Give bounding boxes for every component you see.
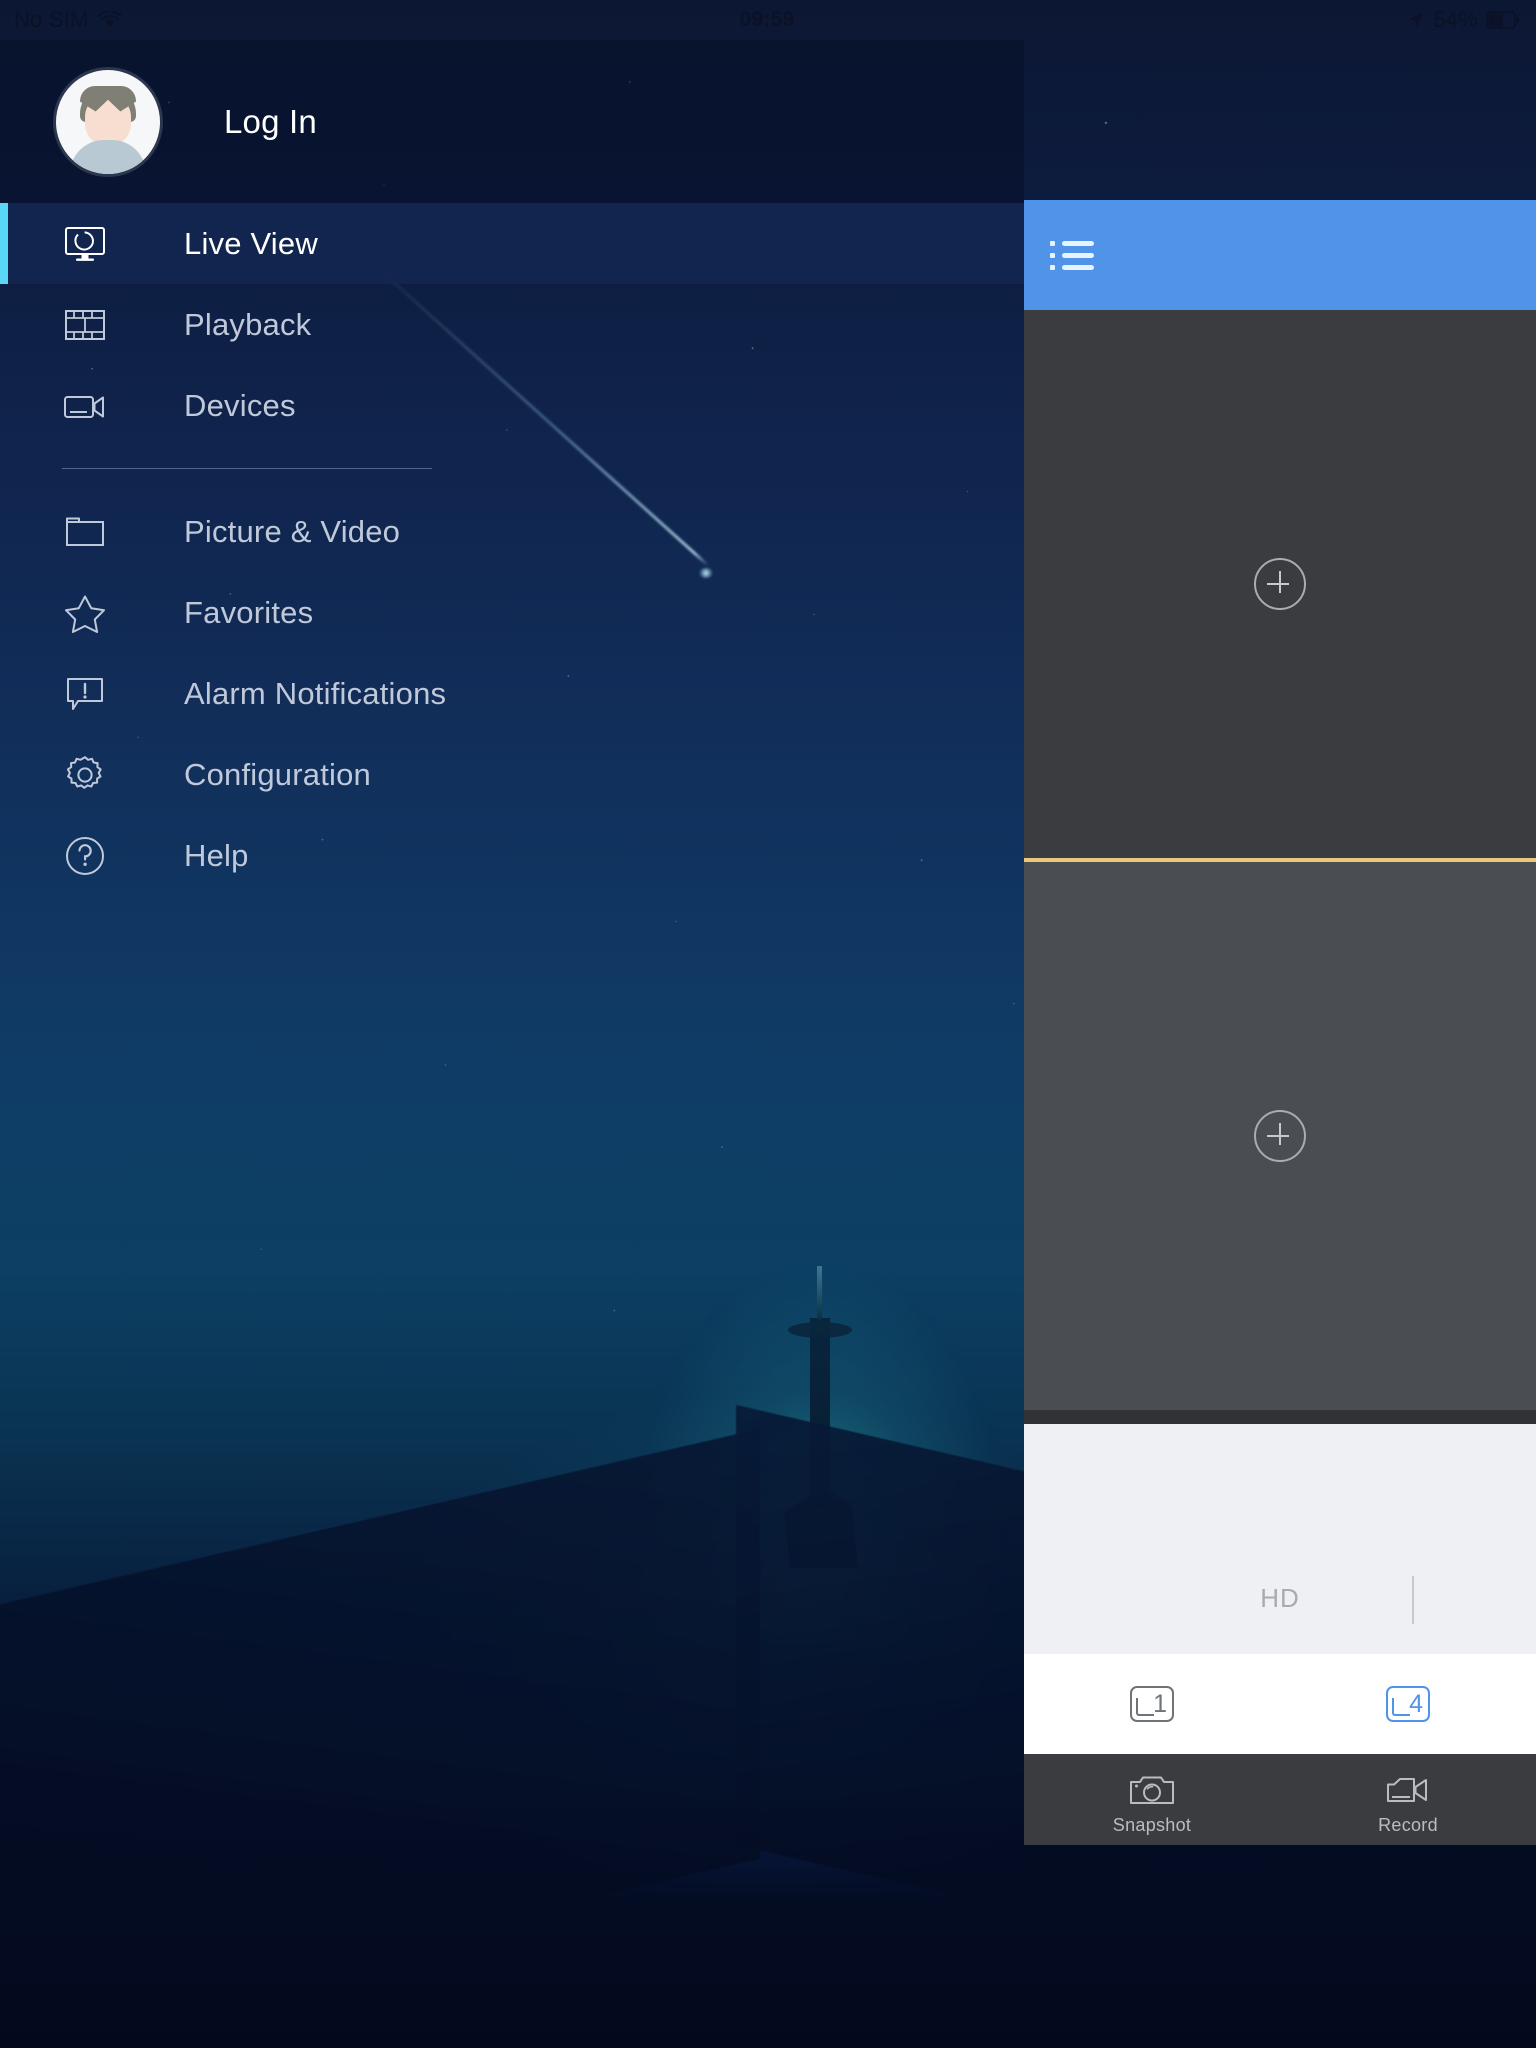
- sidebar-item-label: Live View: [184, 225, 318, 261]
- folder-icon: [62, 515, 108, 549]
- stream-quality-label: HD: [1260, 1583, 1300, 1613]
- status-time: 09:59: [739, 8, 795, 31]
- video-window-grid: [1024, 310, 1536, 1410]
- video-window-2[interactable]: [1024, 862, 1536, 1410]
- layout-button-1[interactable]: 1: [1130, 1686, 1174, 1722]
- live-view-panel: HD 1 4 Snapshot Record: [1024, 200, 1536, 1845]
- list-menu-icon[interactable]: [1050, 240, 1094, 270]
- snapshot-label: Snapshot: [1112, 1814, 1192, 1835]
- sidebar-item-label: Help: [184, 837, 249, 873]
- panel-separator: [1024, 1410, 1536, 1424]
- sidebar-item-label: Favorites: [184, 594, 314, 630]
- stream-quality-bar[interactable]: HD: [1024, 1424, 1536, 1654]
- live-view-toolbar: Snapshot Record: [1024, 1754, 1536, 1845]
- status-bar: No SIM 09:59 54%: [0, 0, 1536, 40]
- sidebar-menu: Live View Playback Devices Picture & Vid…: [0, 203, 1024, 896]
- sidebar-item-label: Configuration: [184, 756, 371, 792]
- location-arrow-icon: [1407, 11, 1425, 29]
- sidebar-item-label: Alarm Notifications: [184, 675, 447, 711]
- gear-icon: [62, 754, 108, 796]
- profile-login-row[interactable]: Log In: [0, 40, 1024, 203]
- monitor-icon: [62, 225, 108, 263]
- sidebar-item-label: Playback: [184, 306, 312, 342]
- sidebar-item-playback[interactable]: Playback: [0, 284, 1024, 365]
- question-circle-icon: [62, 835, 108, 877]
- login-label: Log In: [224, 102, 317, 140]
- menu-divider: [62, 468, 432, 469]
- battery-percent-label: 54%: [1433, 7, 1478, 32]
- video-window-1[interactable]: [1024, 310, 1536, 858]
- wifi-icon: [97, 11, 122, 29]
- record-label: Record: [1378, 1814, 1438, 1835]
- sidebar-item-favorites[interactable]: Favorites: [0, 572, 1024, 653]
- window-layout-bar: 1 4: [1024, 1654, 1536, 1754]
- plus-circle-icon[interactable]: [1254, 558, 1306, 610]
- alert-bubble-icon: [62, 675, 108, 713]
- sidebar-item-label: Picture & Video: [184, 513, 401, 549]
- sidebar-item-devices[interactable]: Devices: [0, 365, 1024, 446]
- sidebar-item-live-view[interactable]: Live View: [0, 203, 1024, 284]
- battery-icon: [1486, 11, 1520, 29]
- carrier-label: No SIM: [14, 7, 89, 32]
- camera-icon: [1128, 1773, 1176, 1807]
- sidebar-item-alarm-notifications[interactable]: Alarm Notifications: [0, 653, 1024, 734]
- stream-bar-divider: [1412, 1576, 1414, 1624]
- sidebar-item-help[interactable]: Help: [0, 815, 1024, 896]
- video-record-icon: [1384, 1773, 1432, 1807]
- snapshot-button[interactable]: Snapshot: [1024, 1773, 1280, 1836]
- video-camera-icon: [62, 390, 108, 422]
- user-avatar-icon[interactable]: [56, 69, 160, 174]
- sidebar-item-configuration[interactable]: Configuration: [0, 734, 1024, 815]
- sidebar-item-label: Devices: [184, 387, 296, 423]
- plus-circle-icon[interactable]: [1254, 1110, 1306, 1162]
- film-strip-icon: [62, 307, 108, 343]
- navigation-drawer: Log In Live View Playback Devices Pictur…: [0, 40, 1024, 2048]
- star-icon: [62, 593, 108, 633]
- layout-button-4[interactable]: 4: [1386, 1686, 1430, 1722]
- layout-button-label: 4: [1409, 1689, 1423, 1718]
- layout-button-label: 1: [1153, 1689, 1167, 1718]
- record-button[interactable]: Record: [1280, 1773, 1536, 1836]
- live-view-header: [1024, 200, 1536, 310]
- sidebar-item-picture-video[interactable]: Picture & Video: [0, 491, 1024, 572]
- app-screen: No SIM 09:59 54% Log In Live View Playba…: [0, 0, 1536, 2048]
